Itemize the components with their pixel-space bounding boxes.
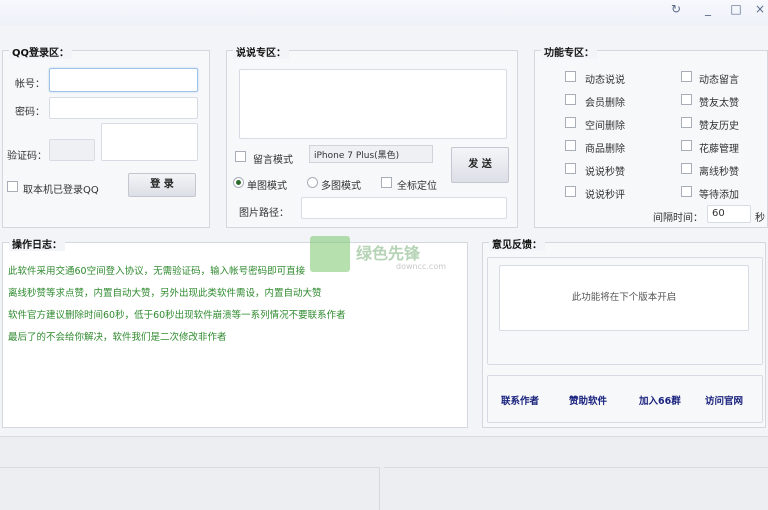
- minimize-icon[interactable]: _: [700, 1, 716, 17]
- single-mode-label: 单图模式: [247, 181, 287, 192]
- status-pane: [0, 467, 380, 510]
- fullscreen-checkbox[interactable]: [381, 177, 392, 188]
- feature-label: 赞友太赞: [699, 98, 739, 109]
- login-button[interactable]: 登 录: [128, 173, 196, 197]
- comment-textarea[interactable]: [239, 69, 507, 139]
- features-group: 功能专区： 动态说说 会员删除 空间删除 商品删除 说说秒赞 说说秒评 动态留言…: [534, 44, 768, 228]
- feature-checkbox[interactable]: [681, 94, 692, 105]
- refresh-icon[interactable]: ↻: [668, 1, 684, 17]
- log-line: 离线秒赞等求点赞，内置自动大赞，另外出现此类软件需设，内置自动大赞: [8, 288, 322, 299]
- sponsor-link[interactable]: 赞助软件: [569, 393, 607, 407]
- contact-author-link[interactable]: 联系作者: [501, 393, 539, 407]
- interval-label: 间隔时间：: [653, 213, 703, 224]
- feature-label: 说说秒评: [585, 190, 625, 201]
- single-mode-radio[interactable]: [233, 177, 244, 188]
- maximize-icon[interactable]: □: [728, 1, 744, 17]
- log-line: 最后了的不会给你解决，软件我们是二次修改非作者: [8, 332, 227, 343]
- feature-checkbox[interactable]: [565, 117, 576, 128]
- password-input[interactable]: [49, 97, 198, 119]
- account-label: 帐号：: [15, 79, 45, 90]
- password-label: 密码：: [15, 107, 45, 118]
- feature-checkbox[interactable]: [565, 94, 576, 105]
- log-title: 操作日志：: [9, 236, 65, 251]
- qq-login-title: QQ登录区：: [9, 44, 73, 59]
- title-bar: ↻ _ □ ×: [0, 0, 768, 26]
- tail-mode-label: 留言模式: [253, 155, 293, 166]
- feature-label: 离线秒赞: [699, 167, 739, 178]
- account-input[interactable]: [49, 68, 198, 92]
- send-button[interactable]: 发 送: [451, 147, 509, 183]
- use-logged-in-checkbox[interactable]: [7, 181, 18, 192]
- watermark-sub: downcc.com: [396, 262, 447, 271]
- interval-unit: 秒: [755, 213, 765, 224]
- feature-checkbox[interactable]: [681, 117, 692, 128]
- feature-label: 赞友历史: [699, 121, 739, 132]
- log-line: 软件官方建议删除时间60秒，低于60秒出现软件崩溃等一系列情况不要联系作者: [8, 310, 346, 321]
- interval-input[interactable]: 60: [707, 205, 751, 223]
- feature-label: 等待添加: [699, 190, 739, 201]
- captcha-label: 验证码：: [7, 151, 47, 162]
- fullscreen-label: 全标定位: [397, 181, 437, 192]
- visit-site-link[interactable]: 访问官网: [705, 393, 743, 407]
- captcha-input[interactable]: [49, 139, 95, 161]
- feedback-notice: 此功能将在下个版本开启: [499, 265, 749, 331]
- feature-checkbox[interactable]: [565, 186, 576, 197]
- watermark-text: 绿色先锋: [356, 244, 421, 263]
- feature-label: 说说秒赞: [585, 167, 625, 178]
- feature-checkbox[interactable]: [681, 186, 692, 197]
- feature-label: 花藤管理: [699, 144, 739, 155]
- device-select[interactable]: iPhone 7 Plus(黑色): [309, 145, 433, 163]
- feature-checkbox[interactable]: [565, 71, 576, 82]
- multi-mode-label: 多图模式: [321, 181, 361, 192]
- status-bar: [0, 436, 768, 510]
- feedback-title: 意见反馈：: [489, 236, 545, 251]
- features-title: 功能专区：: [541, 44, 597, 59]
- comment-group: 说说专区： 留言模式 iPhone 7 Plus(黑色) 发 送 单图模式 多图…: [226, 44, 518, 228]
- feature-checkbox[interactable]: [681, 163, 692, 174]
- feature-checkbox[interactable]: [565, 140, 576, 151]
- feature-checkbox[interactable]: [681, 71, 692, 82]
- feature-checkbox[interactable]: [681, 140, 692, 151]
- feedback-group: 意见反馈： 此功能将在下个版本开启 联系作者 赞助软件 加入66群 访问官网: [482, 236, 766, 428]
- feature-label: 商品删除: [585, 144, 625, 155]
- captcha-image: [101, 123, 198, 161]
- use-logged-in-label: 取本机已登录QQ: [23, 185, 99, 196]
- log-line: 此软件采用交通60空间登入协议，无需验证码，输入帐号密码即可直接: [8, 266, 306, 277]
- join-group-link[interactable]: 加入66群: [639, 393, 681, 407]
- feature-checkbox[interactable]: [565, 163, 576, 174]
- image-path-input[interactable]: [301, 197, 507, 219]
- multi-mode-radio[interactable]: [307, 177, 318, 188]
- feature-label: 动态说说: [585, 75, 625, 86]
- leaf-icon: [310, 236, 350, 272]
- close-icon[interactable]: ×: [752, 1, 768, 17]
- feature-label: 动态留言: [699, 75, 739, 86]
- qq-login-group: QQ登录区： 帐号： 密码： 验证码： 取本机已登录QQ 登 录: [2, 44, 210, 228]
- feature-label: 会员删除: [585, 98, 625, 109]
- status-pane: [384, 467, 768, 510]
- image-path-label: 图片路径：: [239, 208, 289, 219]
- feature-label: 空间删除: [585, 121, 625, 132]
- tail-mode-checkbox[interactable]: [235, 151, 246, 162]
- comment-title: 说说专区：: [233, 44, 289, 59]
